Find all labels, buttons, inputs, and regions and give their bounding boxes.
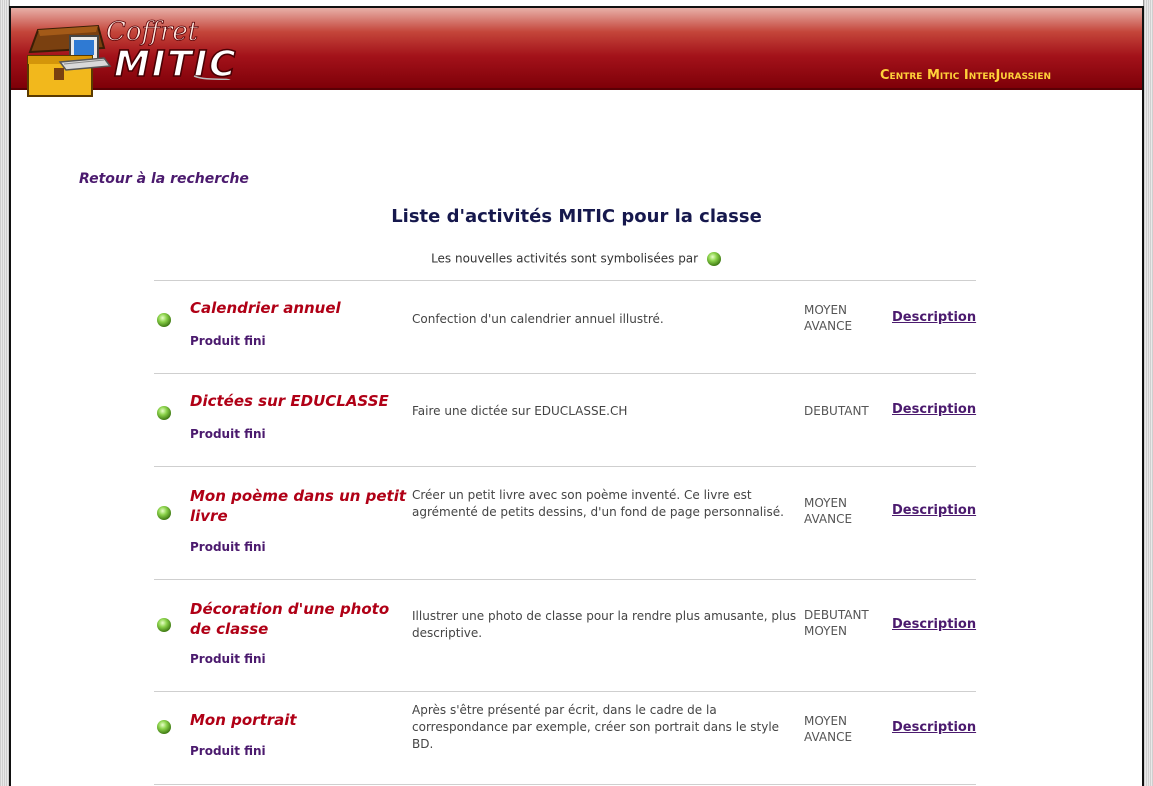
green-dot-icon bbox=[157, 618, 171, 632]
activity-level: DEBUTANT bbox=[804, 404, 869, 418]
window-right-edge bbox=[1142, 6, 1144, 786]
activity-row: Mon poème dans un petit livre Produit fi… bbox=[154, 467, 976, 580]
activity-row: Calendrier annuel Produit fini Confectio… bbox=[154, 281, 976, 374]
back-to-search-link[interactable]: Retour à la recherche bbox=[79, 171, 249, 187]
activity-level: MOYEN AVANCE bbox=[804, 496, 853, 526]
description-link[interactable]: Description bbox=[892, 720, 976, 735]
window-right-border bbox=[1143, 0, 1153, 786]
activity-description: Faire une dictée sur EDUCLASSE.CH bbox=[412, 404, 628, 418]
activity-category: Produit fini bbox=[190, 540, 266, 554]
new-activities-legend: Les nouvelles activités sont symbolisées… bbox=[0, 251, 1153, 267]
activity-level: MOYEN AVANCE bbox=[804, 303, 853, 333]
green-dot-icon bbox=[157, 506, 171, 520]
window-left-edge bbox=[9, 6, 11, 786]
logo-coffret-text: Coffret bbox=[106, 17, 199, 47]
activity-category: Produit fini bbox=[190, 427, 266, 441]
center-name[interactable]: Centre Mitic InterJurassien bbox=[880, 68, 1051, 83]
activity-row: Décoration d'une photo de classe Produit… bbox=[154, 580, 976, 692]
legend-text: Les nouvelles activités sont symbolisées… bbox=[431, 251, 699, 266]
description-link[interactable]: Description bbox=[892, 503, 976, 518]
green-dot-icon bbox=[706, 252, 721, 266]
logo-mitic-text: MITIC bbox=[114, 44, 238, 80]
activity-description: Confection d'un calendrier annuel illust… bbox=[412, 312, 664, 326]
activity-title[interactable]: Mon portrait bbox=[190, 710, 412, 730]
activity-row: Dictées sur EDUCLASSE Produit fini Faire… bbox=[154, 374, 976, 467]
green-dot-icon bbox=[157, 720, 171, 734]
description-link[interactable]: Description bbox=[892, 617, 976, 632]
activity-title[interactable]: Dictées sur EDUCLASSE bbox=[190, 391, 412, 411]
chest-computer-logo-icon[interactable] bbox=[24, 22, 112, 104]
activity-category: Produit fini bbox=[190, 652, 266, 666]
activity-title[interactable]: Calendrier annuel bbox=[190, 298, 412, 318]
activity-list: Calendrier annuel Produit fini Confectio… bbox=[154, 280, 976, 785]
description-link[interactable]: Description bbox=[892, 402, 976, 417]
header-underline bbox=[11, 88, 1142, 90]
activity-description: Créer un petit livre avec son poème inve… bbox=[412, 488, 784, 519]
activity-category: Produit fini bbox=[190, 744, 266, 758]
activity-description: Après s'être présenté par écrit, dans le… bbox=[412, 703, 780, 751]
activity-level: MOYEN AVANCE bbox=[804, 714, 853, 744]
activity-title[interactable]: Décoration d'une photo de classe bbox=[190, 599, 412, 639]
activity-category: Produit fini bbox=[190, 334, 266, 348]
logo-wordmark[interactable]: Coffret MITIC bbox=[104, 14, 324, 80]
activity-row: Mon portrait Produit fini Après s'être p… bbox=[154, 692, 976, 785]
window-top-border bbox=[0, 0, 1153, 8]
activity-level: DEBUTANT MOYEN bbox=[804, 608, 869, 638]
description-link[interactable]: Description bbox=[892, 310, 976, 325]
green-dot-icon bbox=[157, 406, 171, 420]
page-title: Liste d'activités MITIC pour la classe bbox=[391, 206, 762, 227]
activity-description: Illustrer une photo de classe pour la re… bbox=[412, 609, 797, 640]
activity-title[interactable]: Mon poème dans un petit livre bbox=[190, 486, 412, 526]
green-dot-icon bbox=[157, 313, 171, 327]
